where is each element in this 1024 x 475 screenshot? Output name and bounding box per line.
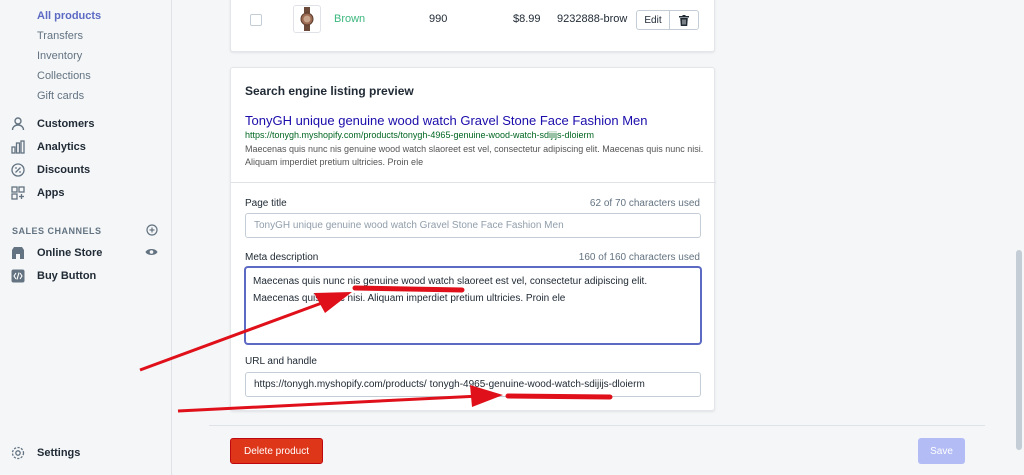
- gear-icon: [10, 445, 26, 461]
- bar-chart-icon: [10, 139, 26, 155]
- variant-checkbox[interactable]: [250, 14, 262, 26]
- divider: [231, 182, 716, 183]
- sales-channels-heading: SALES CHANNELS: [12, 224, 158, 238]
- eye-icon[interactable]: [145, 245, 158, 260]
- meta-description-label: Meta description: [245, 252, 319, 263]
- trash-icon: [679, 14, 689, 26]
- sidebar-item-analytics[interactable]: Analytics: [10, 139, 86, 155]
- apps-icon: [10, 185, 26, 201]
- sidebar-channel-buy-button[interactable]: Buy Button: [10, 268, 96, 284]
- footer-divider: [209, 425, 985, 426]
- meta-description-textarea[interactable]: Maecenas quis nunc nis genuine wood watc…: [245, 267, 701, 344]
- sidebar-item-apps[interactable]: Apps: [10, 185, 65, 201]
- variant-price: $8.99: [513, 13, 541, 25]
- page-title-counter: 62 of 70 characters used: [589, 198, 700, 209]
- edit-variant-button[interactable]: Edit: [636, 10, 670, 30]
- main-content: Brown 990 $8.99 9232888-brow Edit Search…: [173, 0, 1024, 475]
- sidebar-item-customers[interactable]: Customers: [10, 116, 94, 132]
- sidebar-item-settings[interactable]: Settings: [10, 445, 80, 461]
- seo-preview-title: TonyGH unique genuine wood watch Gravel …: [245, 113, 648, 128]
- meta-description-line: Maecenas quis nunc nis genuine wood watc…: [253, 276, 648, 287]
- variants-card: Brown 990 $8.99 9232888-brow Edit: [230, 0, 715, 52]
- seo-preview-url: https://tonygh.myshopify.com/products/to…: [245, 130, 595, 140]
- variant-quantity: 990: [429, 13, 448, 25]
- sidebar-item-label: Settings: [37, 447, 81, 459]
- person-icon: [10, 116, 26, 132]
- url-prefix: https://tonygh.myshopify.com/products/: [254, 379, 427, 390]
- sidebar-subitem-inventory[interactable]: Inventory: [37, 50, 82, 62]
- sidebar-item-label: Customers: [37, 118, 95, 130]
- delete-variant-button[interactable]: [669, 10, 699, 30]
- url-handle-value: tonygh-4965-genuine-wood-watch-sdijijs-d…: [429, 379, 645, 390]
- variant-name-link[interactable]: Brown: [334, 13, 365, 25]
- delete-product-button[interactable]: Delete product: [230, 438, 323, 464]
- sales-channels-label: SALES CHANNELS: [12, 226, 102, 236]
- sidebar-item-label: Buy Button: [37, 270, 97, 282]
- url-handle-input[interactable]: https://tonygh.myshopify.com/products/ t…: [245, 372, 701, 397]
- watch-thumbnail: [293, 5, 321, 33]
- page-title-placeholder: TonyGH unique genuine wood watch Gravel …: [254, 220, 564, 231]
- code-icon: [10, 268, 26, 284]
- url-handle-label: URL and handle: [245, 356, 317, 367]
- variant-sku: 9232888-brow: [557, 13, 628, 25]
- page-title-input[interactable]: TonyGH unique genuine wood watch Gravel …: [245, 213, 701, 238]
- sidebar-item-discounts[interactable]: Discounts: [10, 162, 90, 178]
- seo-preview-description: Maecenas quis nunc nis genuine wood watc…: [245, 144, 704, 167]
- scrollbar-thumb[interactable]: [1016, 250, 1022, 450]
- sidebar: All products Transfers Inventory Collect…: [0, 0, 172, 475]
- table-row: Brown 990 $8.99 9232888-brow Edit: [231, 0, 716, 40]
- sidebar-subitem-transfers[interactable]: Transfers: [37, 30, 83, 42]
- discount-icon: [10, 162, 26, 178]
- save-button[interactable]: Save: [918, 438, 965, 464]
- store-icon: [10, 245, 26, 261]
- sidebar-subitem-gift-cards[interactable]: Gift cards: [37, 90, 84, 102]
- sidebar-channel-online-store[interactable]: Online Store: [10, 245, 102, 261]
- sidebar-item-label: Apps: [37, 187, 65, 199]
- sidebar-subitem-all-products[interactable]: All products: [37, 10, 101, 22]
- page-title-label: Page title: [245, 198, 287, 209]
- seo-card: Search engine listing preview TonyGH uni…: [230, 67, 716, 411]
- meta-description-counter: 160 of 160 characters used: [578, 252, 700, 263]
- seo-heading: Search engine listing preview: [245, 84, 414, 98]
- sidebar-item-label: Analytics: [37, 141, 86, 153]
- meta-description-line: Maecenas quis nunc nisi. Aliquam imperdi…: [253, 293, 566, 304]
- sidebar-item-label: Online Store: [37, 247, 103, 259]
- sidebar-subitem-collections[interactable]: Collections: [37, 70, 91, 82]
- sidebar-item-label: Discounts: [37, 164, 91, 176]
- add-channel-icon[interactable]: [146, 224, 158, 238]
